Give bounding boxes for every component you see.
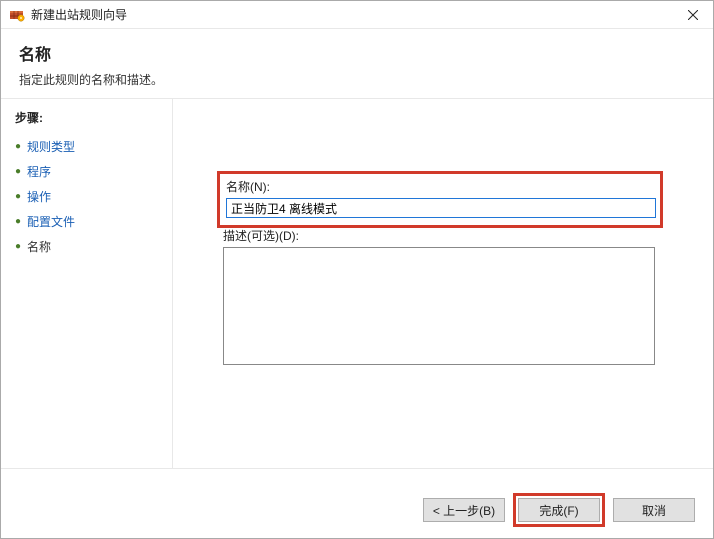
page-title: 名称 <box>19 41 695 65</box>
bullet-icon: ● <box>15 166 21 177</box>
main-pane: 名称(N): 描述(可选)(D): <box>173 99 713 468</box>
step-label: 规则类型 <box>27 138 75 155</box>
steps-heading: 步骤: <box>15 109 172 126</box>
step-label: 名称 <box>27 238 51 255</box>
step-action[interactable]: ● 操作 <box>15 184 172 209</box>
step-program[interactable]: ● 程序 <box>15 159 172 184</box>
back-button[interactable]: < 上一步(B) <box>423 498 505 522</box>
finish-button[interactable]: 完成(F) <box>518 498 600 522</box>
finish-button-highlight: 完成(F) <box>513 493 605 527</box>
bullet-icon: ● <box>15 216 21 227</box>
step-label: 程序 <box>27 163 51 180</box>
name-field-highlight: 名称(N): <box>217 171 663 228</box>
description-label: 描述(可选)(D): <box>223 227 661 244</box>
wizard-footer: < 上一步(B) 完成(F) 取消 <box>1 482 713 538</box>
description-input[interactable] <box>223 247 655 365</box>
step-profile[interactable]: ● 配置文件 <box>15 209 172 234</box>
bullet-icon: ● <box>15 241 21 252</box>
step-name[interactable]: ● 名称 <box>15 234 172 259</box>
step-label: 配置文件 <box>27 213 75 230</box>
titlebar: 新建出站规则向导 <box>1 1 713 29</box>
name-label: 名称(N): <box>226 178 654 195</box>
firewall-icon <box>9 7 25 23</box>
cancel-button[interactable]: 取消 <box>613 498 695 522</box>
bullet-icon: ● <box>15 191 21 202</box>
bullet-icon: ● <box>15 141 21 152</box>
steps-sidebar: 步骤: ● 规则类型 ● 程序 ● 操作 ● 配置文件 ● 名称 <box>1 99 173 468</box>
page-subtitle: 指定此规则的名称和描述。 <box>19 71 695 88</box>
close-button[interactable] <box>673 1 713 29</box>
window-title: 新建出站规则向导 <box>31 6 673 23</box>
step-rule-type[interactable]: ● 规则类型 <box>15 134 172 159</box>
step-label: 操作 <box>27 188 51 205</box>
name-input[interactable] <box>226 198 656 218</box>
description-group: 描述(可选)(D): <box>223 227 661 368</box>
wizard-header: 名称 指定此规则的名称和描述。 <box>1 29 713 99</box>
